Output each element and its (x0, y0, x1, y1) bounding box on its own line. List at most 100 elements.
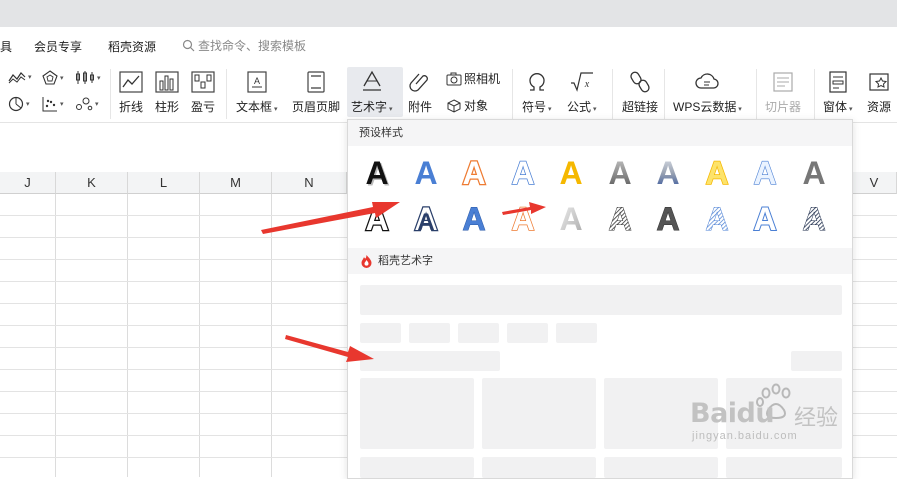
wordart-preset-2[interactable]: A (408, 155, 444, 191)
slicer-label: 切片器 (765, 100, 802, 114)
bubble-chart-dropdown[interactable]: ▾ (75, 96, 99, 112)
title-bar (0, 0, 897, 27)
menu-bar: 具 会员专享 稻壳资源 查找命令、搜索模板 (0, 27, 897, 65)
attachment-button[interactable]: 附件 (408, 70, 432, 115)
textbox-button[interactable]: A 文本框 ▾ (236, 70, 277, 115)
svg-text:A: A (608, 155, 631, 191)
camera-icon (446, 72, 462, 85)
area-chart-dropdown[interactable]: ▾ (8, 70, 32, 84)
loading-placeholder (409, 323, 450, 343)
column-header-j[interactable]: J (0, 172, 56, 194)
object-button[interactable]: 对象 (446, 97, 488, 114)
textbox-icon: A (247, 71, 267, 93)
winloss-sparkline-button[interactable]: 盈亏 (190, 70, 216, 115)
winloss-chart-icon (191, 71, 215, 93)
camera-button[interactable]: 照相机 (446, 70, 500, 87)
resources-button[interactable]: 资源 (867, 70, 891, 115)
radar-chart-dropdown[interactable]: ▾ (42, 70, 64, 85)
area-chart-icon (8, 72, 26, 84)
formula-button[interactable]: x 公式 ▾ (567, 70, 596, 115)
pie-chart-icon (8, 96, 24, 112)
form-button[interactable]: 窗体 ▾ (823, 70, 852, 115)
menu-item-member[interactable]: 会员专享 (34, 38, 82, 55)
svg-text:A: A (254, 76, 260, 86)
svg-text:A: A (462, 201, 485, 237)
svg-text:A: A (608, 201, 631, 237)
wordart-preset-18[interactable]: A (699, 201, 735, 237)
line-sparkline-button[interactable]: 折线 (118, 70, 144, 115)
loading-placeholder (507, 323, 548, 343)
paperclip-icon (409, 73, 428, 92)
wordart-preset-8[interactable]: A (699, 155, 735, 191)
stock-chart-dropdown[interactable]: ▾ (75, 70, 101, 85)
wordart-preset-17[interactable]: A (650, 201, 686, 237)
wordart-label: 艺术字 (351, 100, 388, 114)
preset-styles-header: 预设样式 (348, 120, 852, 146)
svg-text:A: A (753, 155, 776, 191)
wordart-preset-6[interactable]: A (602, 155, 638, 191)
loading-placeholder (604, 457, 718, 478)
wordart-preset-15[interactable]: A (553, 201, 589, 237)
svg-text:A: A (705, 155, 728, 191)
menu-item-docer[interactable]: 稻壳资源 (108, 38, 156, 55)
wordart-preset-19[interactable]: A (747, 201, 783, 237)
red-arrow-annotation (285, 335, 374, 362)
column-header-l[interactable]: L (128, 172, 200, 194)
svg-text:A: A (705, 201, 728, 237)
svg-text:A: A (365, 155, 388, 191)
textbox-label: 文本框 (236, 100, 273, 114)
menu-item-tools[interactable]: 具 (0, 38, 12, 55)
column-chart-icon (155, 71, 179, 93)
svg-text:A: A (559, 201, 582, 237)
symbol-button[interactable]: 符号 ▾ (522, 70, 551, 115)
object-icon (447, 98, 461, 113)
svg-text:A: A (802, 201, 825, 237)
ribbon-separator (664, 69, 665, 119)
column-chart-label: 柱形 (154, 100, 179, 114)
column-header-k[interactable]: K (56, 172, 128, 194)
search-placeholder: 查找命令、搜索模板 (198, 39, 307, 53)
wordart-preset-9[interactable]: A (747, 155, 783, 191)
camera-label: 照相机 (464, 72, 501, 86)
line-chart-label: 折线 (118, 100, 143, 114)
wordart-preset-20[interactable]: A (796, 201, 832, 237)
wordart-preset-4[interactable]: A (505, 155, 541, 191)
scatter-chart-dropdown[interactable]: ▾ (42, 96, 64, 112)
svg-text:A: A (656, 201, 679, 237)
svg-text:x: x (584, 79, 590, 90)
formula-label: 公式 (567, 100, 592, 114)
pie-chart-dropdown[interactable]: ▾ (8, 96, 30, 112)
hyperlink-label: 超链接 (622, 100, 659, 114)
svg-text:A: A (414, 155, 437, 191)
link-icon (630, 71, 650, 93)
wordart-preset-13[interactable]: A (456, 201, 492, 237)
wordart-preset-5[interactable]: A (553, 155, 589, 191)
ribbon-separator (612, 69, 613, 119)
hyperlink-button[interactable]: 超链接 (622, 70, 658, 115)
docer-wordart-title: 稻壳艺术字 (378, 255, 433, 267)
header-footer-button[interactable]: 页眉页脚 (292, 70, 340, 115)
wordart-preset-10[interactable]: A (796, 155, 832, 191)
column-sparkline-button[interactable]: 柱形 (154, 70, 180, 115)
formula-icon: x (570, 72, 593, 92)
loading-placeholder (458, 323, 499, 343)
ribbon-separator (756, 69, 757, 119)
watermark-url: jingyan.baidu.com (692, 430, 798, 442)
wordart-preset-7[interactable]: A (650, 155, 686, 191)
watermark-brand-cn: 经验 (794, 405, 839, 430)
omega-icon (529, 73, 545, 91)
svg-text:A: A (753, 201, 776, 237)
slicer-button[interactable]: 切片器 (765, 70, 801, 115)
form-icon (829, 71, 847, 93)
search-icon (182, 39, 195, 52)
command-search[interactable]: 查找命令、搜索模板 (182, 37, 306, 54)
loading-placeholder (482, 378, 596, 449)
wps-cloud-data-button[interactable]: WPS云数据 ▾ (673, 70, 742, 115)
wordart-button[interactable]: 艺术字 ▾ (351, 70, 392, 115)
slicer-icon (773, 72, 793, 92)
wordart-preset-3[interactable]: A (456, 155, 492, 191)
column-header-v[interactable]: V (851, 172, 897, 194)
wordart-preset-16[interactable]: A (602, 201, 638, 237)
wordart-preset-1[interactable]: AA (359, 155, 395, 191)
header-footer-icon (307, 71, 325, 93)
